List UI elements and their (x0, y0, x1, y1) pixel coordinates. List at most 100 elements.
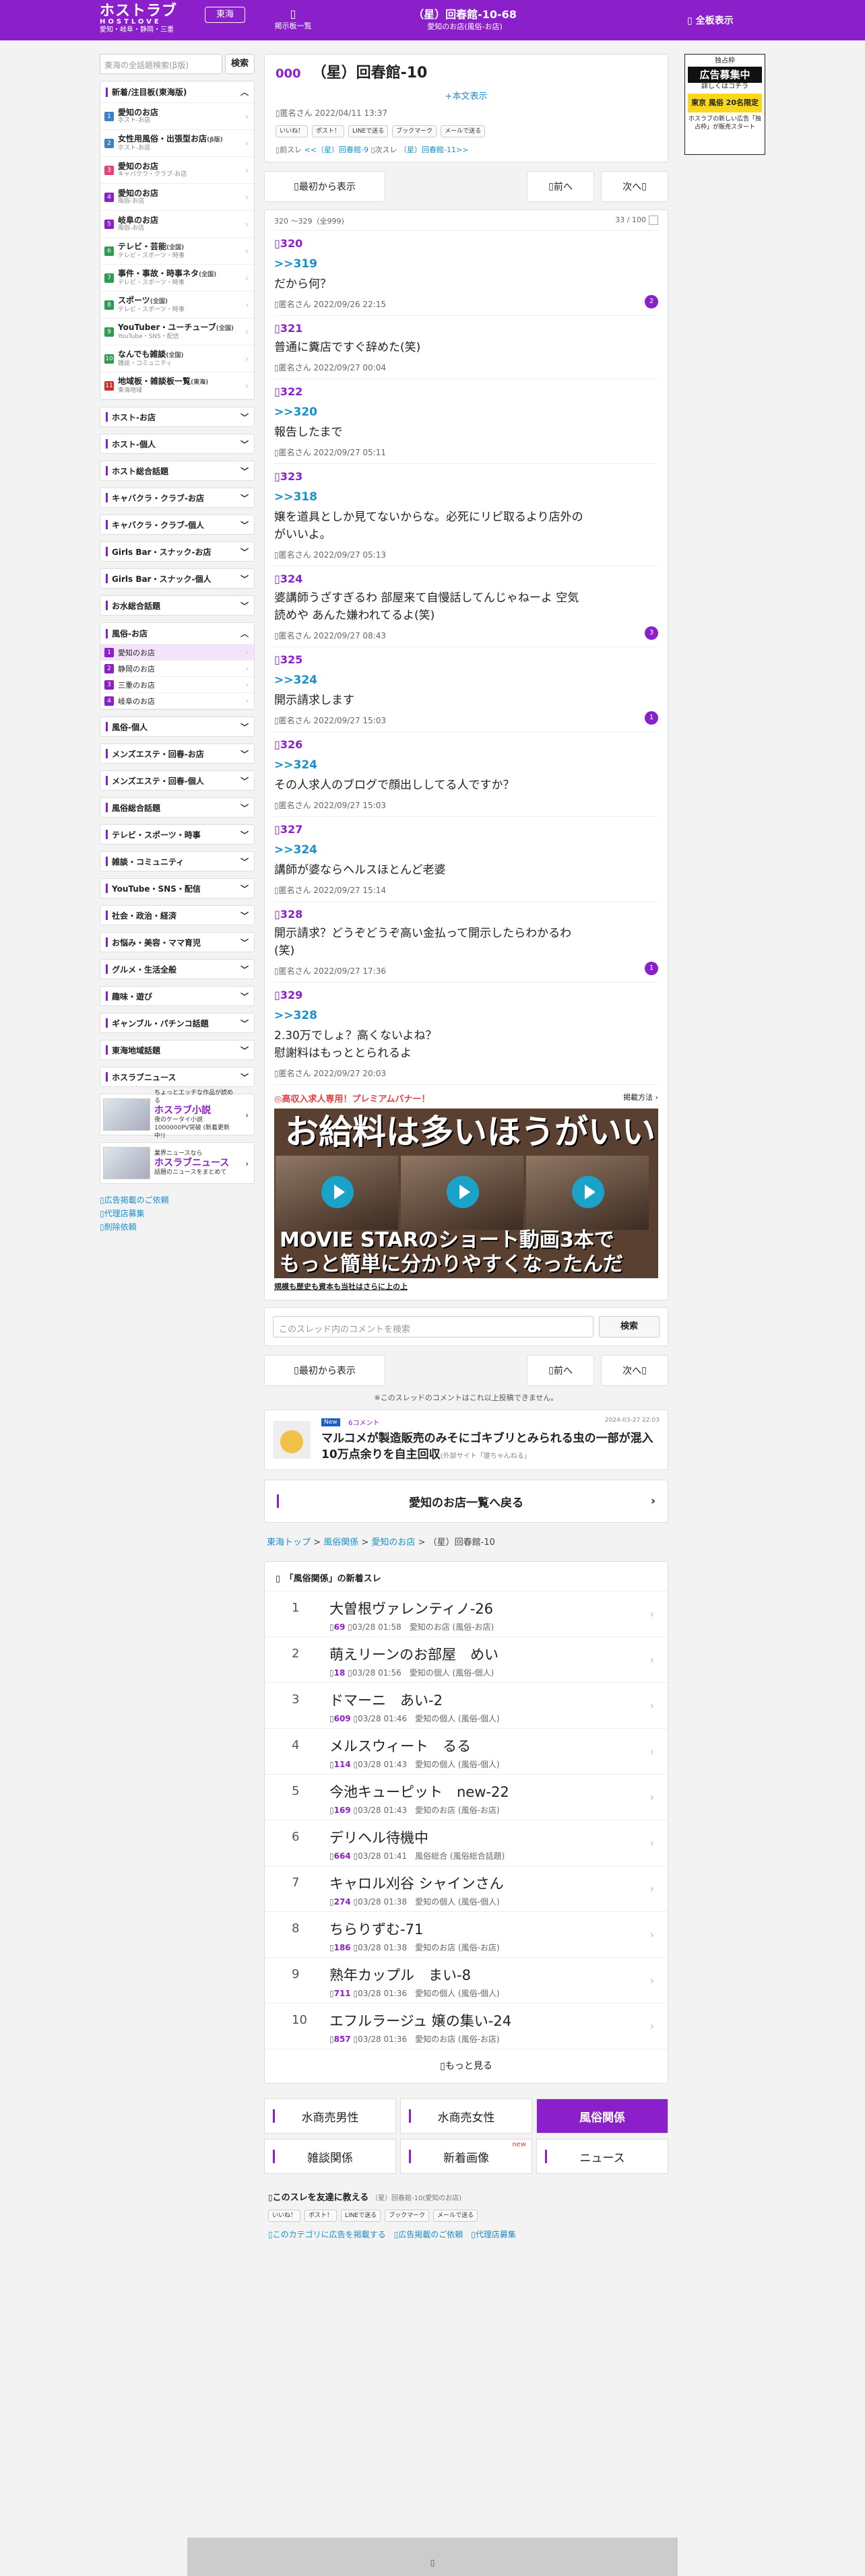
back-to-list-link[interactable]: 愛知のお店一覧へ戻る › (264, 1480, 668, 1523)
breadcrumb-item[interactable]: 風俗関係 (323, 1538, 358, 1548)
sidebar-category[interactable]: キャバクラ・クラブ-お店 ﹀ (100, 488, 255, 508)
category-tab[interactable]: ニュース (536, 2139, 668, 2174)
sidebar-category[interactable]: ホスト総合話題 ﹀ (100, 461, 255, 481)
sidebar-category[interactable]: お悩み・美容・ママ育児 ﹀ (100, 932, 255, 952)
banner-howto-link[interactable]: 掲載方法 › (623, 1092, 658, 1104)
thread-row[interactable]: 7 キャロル刈谷 シャインさん ▯274 ▯03/28 01:38 愛知の個人 (風… (265, 1866, 668, 1912)
prev-thread-link[interactable]: <<（星）回春館-9 (305, 145, 369, 154)
sidebar-category[interactable]: Girls Bar・スナック-お店 ﹀ (100, 541, 255, 562)
new-board-item[interactable]: 7 事件・事故・時事ネタ(全国) テレビ・スポーツ・時事 › (100, 265, 254, 292)
banner-footer-link[interactable]: 規模も歴史も資本も当社はさらに上の上 (274, 1281, 658, 1292)
sidebar-link[interactable]: ▯代理店募集 (100, 1207, 255, 1220)
category-tab[interactable]: 雑談関係 (264, 2139, 396, 2174)
prev-page-button[interactable]: ▯ 前へ (527, 171, 594, 202)
new-boards-header[interactable]: 新着/注目板(東海版) ︿ (100, 81, 254, 103)
new-board-item[interactable]: 10 なんでも雑談(全国) 雑談・コミュニティ › (100, 345, 254, 372)
share-button[interactable]: ポスト！ (305, 2210, 338, 2222)
category-tab[interactable]: 水商売男性 (264, 2099, 396, 2134)
region-button[interactable]: 東海 (205, 7, 245, 23)
more-link[interactable]: ▯もっと見る (265, 2049, 668, 2072)
exclusive-ad[interactable]: 独占枠 広告募集中 詳しくはコチラ 東京 風俗 20名限定 ホスラブの新しい広告… (684, 54, 765, 155)
share-button[interactable]: LINEで送る (348, 125, 389, 137)
thread-row[interactable]: 1 大曽根ヴァレンティノ-26 ▯69 ▯03/28 01:58 愛知のお店 (風俗… (265, 1591, 668, 1637)
thread-row[interactable]: 2 萌えリーンのお部屋 めい ▯18 ▯03/28 01:56 愛知の個人 (風俗-… (265, 1637, 668, 1683)
reply-count-badge[interactable]: 2 (645, 295, 658, 308)
sidebar-category[interactable]: 社会・政治・経済 ﹀ (100, 905, 255, 925)
sidebar-category[interactable]: メンズエステ・回春-個人 ﹀ (100, 770, 255, 791)
fuzoku-shop-header[interactable]: 風俗-お店 ︿ (100, 623, 254, 645)
share-button[interactable]: いいね！ (268, 2210, 301, 2222)
share-button[interactable]: LINEで送る (341, 2210, 381, 2222)
new-board-item[interactable]: 1 愛知のお店 ホスト-お店 › (100, 103, 254, 130)
reply-count-badge[interactable]: 1 (645, 962, 658, 975)
share-button[interactable]: ポスト！ (312, 125, 345, 137)
fuzoku-region-item[interactable]: 1 愛知のお店 › (100, 645, 254, 661)
thread-row[interactable]: 3 ドマーニ あい-2 ▯609 ▯03/28 01:46 愛知の個人 (風俗-個人… (265, 1683, 668, 1729)
new-board-item[interactable]: 8 スポーツ(全国) テレビ・スポーツ・時事 › (100, 292, 254, 319)
sidebar-category[interactable]: テレビ・スポーツ・時事 ﹀ (100, 824, 255, 845)
thread-row[interactable]: 6 デリヘル待機中 ▯664 ▯03/28 01:41 風俗総合 (風俗総合話題) › (265, 1820, 668, 1866)
new-board-item[interactable]: 4 愛知のお店 風俗-お店 › (100, 184, 254, 211)
reply-anchor[interactable]: >>324 (274, 841, 658, 859)
reply-anchor[interactable]: >>324 (274, 756, 658, 774)
sidebar-category[interactable]: グルメ・生活全般 ﹀ (100, 959, 255, 979)
share-button[interactable]: メールで送る (433, 2210, 478, 2222)
fuzoku-region-item[interactable]: 2 静岡のお店 › (100, 661, 254, 677)
category-tab[interactable]: 水商売女性 (400, 2099, 532, 2134)
reply-anchor[interactable]: >>318 (274, 488, 658, 506)
sidebar-category[interactable]: Girls Bar・スナック-個人 ﹀ (100, 568, 255, 589)
sidebar-category[interactable]: ホスラブニュース ﹀ (100, 1067, 255, 1087)
comment-search-button[interactable]: 検索 (599, 1316, 660, 1337)
new-board-item[interactable]: 2 女性用風俗・出張型お店(β版) ホスト-お店 › (100, 130, 254, 157)
play-icon[interactable] (447, 1176, 479, 1208)
thread-row[interactable]: 9 熟年カップル まい-8 ▯711 ▯03/28 01:36 愛知の個人 (風俗-… (265, 1958, 668, 2004)
fuzoku-region-item[interactable]: 3 三重のお店 › (100, 677, 254, 693)
footer-link[interactable]: ▯このカテゴリに広告を掲載する (268, 2228, 386, 2240)
sidebar-category[interactable]: お水総合話題 ﹀ (100, 595, 255, 616)
site-search-button[interactable]: 検索 (225, 54, 255, 74)
breadcrumb-item[interactable]: 東海トップ (267, 1538, 311, 1548)
category-tab[interactable]: 風俗関係 (536, 2099, 668, 2134)
breadcrumb-item[interactable]: 愛知のお店 (371, 1538, 415, 1548)
board-list-button[interactable]: ▯ 掲示板一覧 (269, 8, 317, 31)
new-board-item[interactable]: 3 愛知のお店 キャバクラ・クラブ-お店 › (100, 157, 254, 184)
sidebar-category[interactable]: ホスト-お店 ﹀ (100, 407, 255, 427)
sidebar-link[interactable]: ▯削除依頼 (100, 1220, 255, 1234)
reply-count-badge[interactable]: 1 (645, 711, 658, 725)
next-thread-link[interactable]: （星）回春館-11>> (399, 145, 468, 154)
sidebar-category[interactable]: ギャンブル・パチンコ話題 ﹀ (100, 1013, 255, 1033)
show-body-link[interactable]: +本文表示 (276, 89, 657, 102)
new-board-item[interactable]: 6 テレビ・芸能(全国) テレビ・スポーツ・時事 › (100, 238, 254, 265)
novel-ad[interactable]: ちょっとエッチな作品が読める ホスラブ小説 夜のケータイ小説 1000000PV突破… (100, 1090, 255, 1140)
reply-anchor[interactable]: >>324 (274, 671, 658, 689)
sidebar-category[interactable]: 風俗総合話題 ﹀ (100, 797, 255, 818)
sidebar-category[interactable]: メンズエステ・回春-お店 ﹀ (100, 744, 255, 764)
sidebar-category[interactable]: キャバクラ・クラブ-個人 ﹀ (100, 515, 255, 535)
sidebar-category[interactable]: 風俗-個人 ﹀ (100, 717, 255, 737)
sidebar-category[interactable]: 東海地域話題 ﹀ (100, 1040, 255, 1060)
footer-link[interactable]: ▯広告掲載のご依頼 (394, 2228, 463, 2240)
share-button[interactable]: いいね！ (276, 125, 309, 137)
comment-search-input[interactable]: このスレッド内のコメントを検索 (273, 1316, 594, 1337)
site-logo[interactable]: ホストラブ HOSTLOVE 愛知・岐阜・静岡・三重 (100, 4, 177, 35)
news-ad[interactable]: 業界ニュースなら ホスラブニュース 話題のニュースをまとめて › (100, 1142, 255, 1184)
thread-row[interactable]: 4 メルスウィート るる ▯114 ▯03/28 01:43 愛知の個人 (風俗-個… (265, 1729, 668, 1775)
show-from-start-button[interactable]: ▯ 最初から表示 (264, 1355, 385, 1386)
reply-anchor[interactable]: >>328 (274, 1007, 658, 1024)
footer-link[interactable]: ▯代理店募集 (471, 2228, 516, 2240)
new-board-item[interactable]: 11 地域板・雑談板一覧(東海) 東海地域 › (100, 372, 254, 399)
reply-anchor[interactable]: >>320 (274, 403, 658, 421)
prev-page-button[interactable]: ▯ 前へ (527, 1355, 594, 1386)
thread-row[interactable]: 8 ちらりずむ-71 ▯186 ▯03/28 01:38 愛知のお店 (風俗-お店)… (265, 1912, 668, 1958)
sidebar-link[interactable]: ▯広告掲載のご依頼 (100, 1193, 255, 1207)
share-button[interactable]: ブックマーク (385, 2210, 430, 2222)
sidebar-category[interactable]: 趣味・遊び ﹀ (100, 986, 255, 1006)
sidebar-category[interactable]: YouTube・SNS・配信 ﹀ (100, 878, 255, 898)
share-button[interactable]: メールで送る (441, 125, 486, 137)
new-board-item[interactable]: 5 岐阜のお店 風俗-お店 › (100, 211, 254, 238)
premium-banner[interactable]: お給料は多いほうがいい MOVIE STARのショート動画3本で もっと簡単に分… (274, 1109, 658, 1278)
reply-count-badge[interactable]: 3 (645, 626, 658, 640)
thread-row[interactable]: 10 エフルラージュ 嬢の集い-24 ▯857 ▯03/28 01:36 愛知のお店… (265, 2004, 668, 2049)
play-icon[interactable] (321, 1176, 354, 1208)
new-board-item[interactable]: 9 YouTuber・ユーチューブ(全国) YouTube・SNS・配信 › (100, 319, 254, 345)
